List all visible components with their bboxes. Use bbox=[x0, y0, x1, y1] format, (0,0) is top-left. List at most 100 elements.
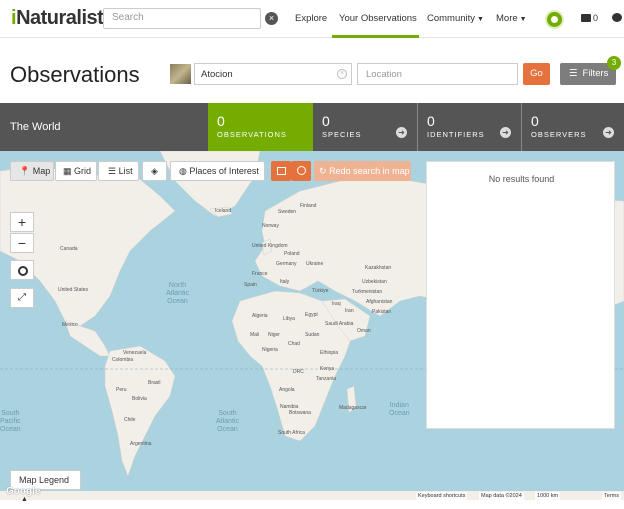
taxon-thumbnail bbox=[170, 64, 191, 84]
map-label: Uzbekistan bbox=[362, 279, 387, 285]
map-label: Chile bbox=[124, 417, 136, 423]
filters-count-badge: 3 bbox=[607, 56, 621, 70]
map-label: Finland bbox=[300, 203, 317, 209]
stat-count: 0 bbox=[531, 113, 539, 129]
fullscreen-button[interactable]: ⤢ bbox=[10, 288, 34, 308]
page-title: Observations bbox=[10, 62, 140, 87]
ocean-label: South Pacific Ocean bbox=[0, 410, 21, 433]
map-label: Italy bbox=[280, 279, 290, 285]
stat-label: OBSERVERS bbox=[531, 130, 587, 139]
map-label: DRC bbox=[293, 369, 304, 375]
results-panel: No results found bbox=[426, 161, 615, 429]
map-label: Turkmenistan bbox=[352, 289, 383, 295]
map-label: Sweden bbox=[278, 209, 297, 215]
map-label: Egypt bbox=[305, 312, 318, 318]
map-label: Libya bbox=[283, 316, 295, 322]
stat-count: 0 bbox=[427, 113, 435, 129]
map-label: Mali bbox=[250, 332, 260, 338]
stat-observations[interactable]: 0 OBSERVATIONS bbox=[208, 103, 313, 151]
map-label: Madagascar bbox=[339, 405, 367, 411]
sliders-icon: ☰ bbox=[569, 68, 578, 79]
map-label: South Africa bbox=[278, 430, 305, 436]
keyboard-shortcuts-link[interactable]: Keyboard shortcuts bbox=[416, 492, 468, 500]
stat-identifiers[interactable]: 0 IDENTIFIERS ➜ bbox=[417, 103, 521, 151]
zoom-in-button[interactable]: + bbox=[10, 212, 34, 232]
layers-button[interactable]: ◈ bbox=[142, 161, 167, 181]
map-label: Pakistan bbox=[372, 309, 392, 315]
location-input[interactable]: Location bbox=[357, 63, 518, 85]
map-label: United States bbox=[58, 287, 89, 293]
stat-label: IDENTIFIERS bbox=[427, 130, 485, 139]
map-label: United Kingdom bbox=[252, 243, 288, 249]
map-label: Peru bbox=[116, 387, 127, 393]
draw-circle-button[interactable] bbox=[291, 161, 311, 181]
map-label: Afghanistan bbox=[366, 299, 393, 305]
map-label: Ethiopia bbox=[320, 350, 339, 356]
map-label: Bolivia bbox=[132, 396, 147, 402]
nav-community-menu[interactable]: Community ▼ bbox=[427, 13, 484, 24]
redo-search-button[interactable]: ↻ Redo search in map bbox=[314, 161, 411, 181]
map-label: Colombia bbox=[112, 357, 134, 363]
stats-bar: The World 0 OBSERVATIONS 0 SPECIES ➜ 0 I… bbox=[0, 103, 624, 151]
chat-icon[interactable] bbox=[612, 13, 622, 22]
nav-your-observations-link[interactable]: Your Observations bbox=[339, 13, 417, 24]
grid-view-button[interactable]: ▦ Grid bbox=[55, 161, 97, 181]
map-label: Botswana bbox=[289, 410, 311, 416]
map-label: Saudi Arabia bbox=[325, 321, 354, 327]
place-label: The World bbox=[10, 121, 61, 133]
go-button[interactable]: Go bbox=[523, 63, 550, 85]
map-pin-icon: 📍 bbox=[19, 166, 31, 176]
list-view-button[interactable]: ☰ List bbox=[98, 161, 139, 181]
map-label: Norway bbox=[262, 223, 279, 229]
places-of-interest-button[interactable]: ◍ Places of Interest bbox=[170, 161, 265, 181]
map-label: Canada bbox=[60, 246, 78, 252]
message-count: 0 bbox=[593, 13, 599, 23]
stat-species[interactable]: 0 SPECIES ➜ bbox=[313, 103, 417, 151]
my-location-button[interactable] bbox=[10, 260, 34, 280]
map-label: Venezuela bbox=[123, 350, 147, 356]
map-label: Poland bbox=[284, 251, 300, 257]
map-label: Algeria bbox=[252, 313, 268, 319]
map-label: Spain bbox=[244, 282, 257, 288]
inaturalist-logo[interactable]: iNaturalist bbox=[11, 7, 104, 30]
stat-count: 0 bbox=[322, 113, 330, 129]
layers-icon: ◈ bbox=[151, 166, 158, 176]
map-label: Türkiye bbox=[312, 288, 329, 294]
arrow-right-icon: ➜ bbox=[500, 127, 511, 138]
google-logo: Google bbox=[6, 486, 41, 497]
map-view-button[interactable]: 📍 Map bbox=[10, 161, 54, 181]
stat-observers[interactable]: 0 OBSERVERS ➜ bbox=[521, 103, 624, 151]
fullscreen-icon: ⤢ bbox=[18, 292, 26, 303]
site-search-input[interactable]: Search bbox=[103, 8, 261, 29]
arrow-right-icon: ➜ bbox=[396, 127, 407, 138]
globe-icon: ◍ bbox=[179, 166, 187, 176]
grid-icon: ▦ bbox=[63, 166, 72, 176]
search-clear-icon[interactable]: × bbox=[265, 12, 278, 25]
ocean-label: South Atlantic Ocean bbox=[216, 410, 239, 433]
circle-icon bbox=[297, 166, 306, 175]
map-label: Kenya bbox=[320, 366, 335, 372]
map-scale: 1000 km bbox=[535, 492, 561, 500]
terms-link[interactable]: Terms bbox=[602, 492, 621, 500]
nav-explore-link[interactable]: Explore bbox=[295, 13, 327, 24]
rectangle-icon bbox=[277, 167, 286, 175]
chevron-down-icon: ▼ bbox=[519, 16, 527, 23]
nav-more-menu[interactable]: More ▼ bbox=[496, 13, 527, 24]
map-label: Angola bbox=[279, 387, 295, 393]
map-label: Brasil bbox=[148, 380, 161, 386]
map-label: Iran bbox=[345, 308, 354, 314]
map-label: Sudan bbox=[305, 332, 320, 338]
refresh-icon: ↻ bbox=[319, 166, 327, 176]
map-label: Germany bbox=[276, 261, 297, 267]
mail-icon[interactable] bbox=[581, 14, 591, 22]
list-icon: ☰ bbox=[108, 166, 117, 176]
map-label: Ukraine bbox=[306, 261, 324, 267]
zoom-out-button[interactable]: − bbox=[10, 233, 34, 253]
taxon-search-input[interactable]: Atocion bbox=[194, 63, 352, 85]
taxon-clear-icon[interactable]: × bbox=[337, 69, 347, 79]
user-avatar[interactable] bbox=[545, 10, 564, 29]
map-data-attribution: Map data ©2024 bbox=[479, 492, 524, 500]
map-label: France bbox=[252, 271, 268, 277]
stat-count: 0 bbox=[217, 113, 225, 129]
draw-rectangle-button[interactable] bbox=[271, 161, 291, 181]
